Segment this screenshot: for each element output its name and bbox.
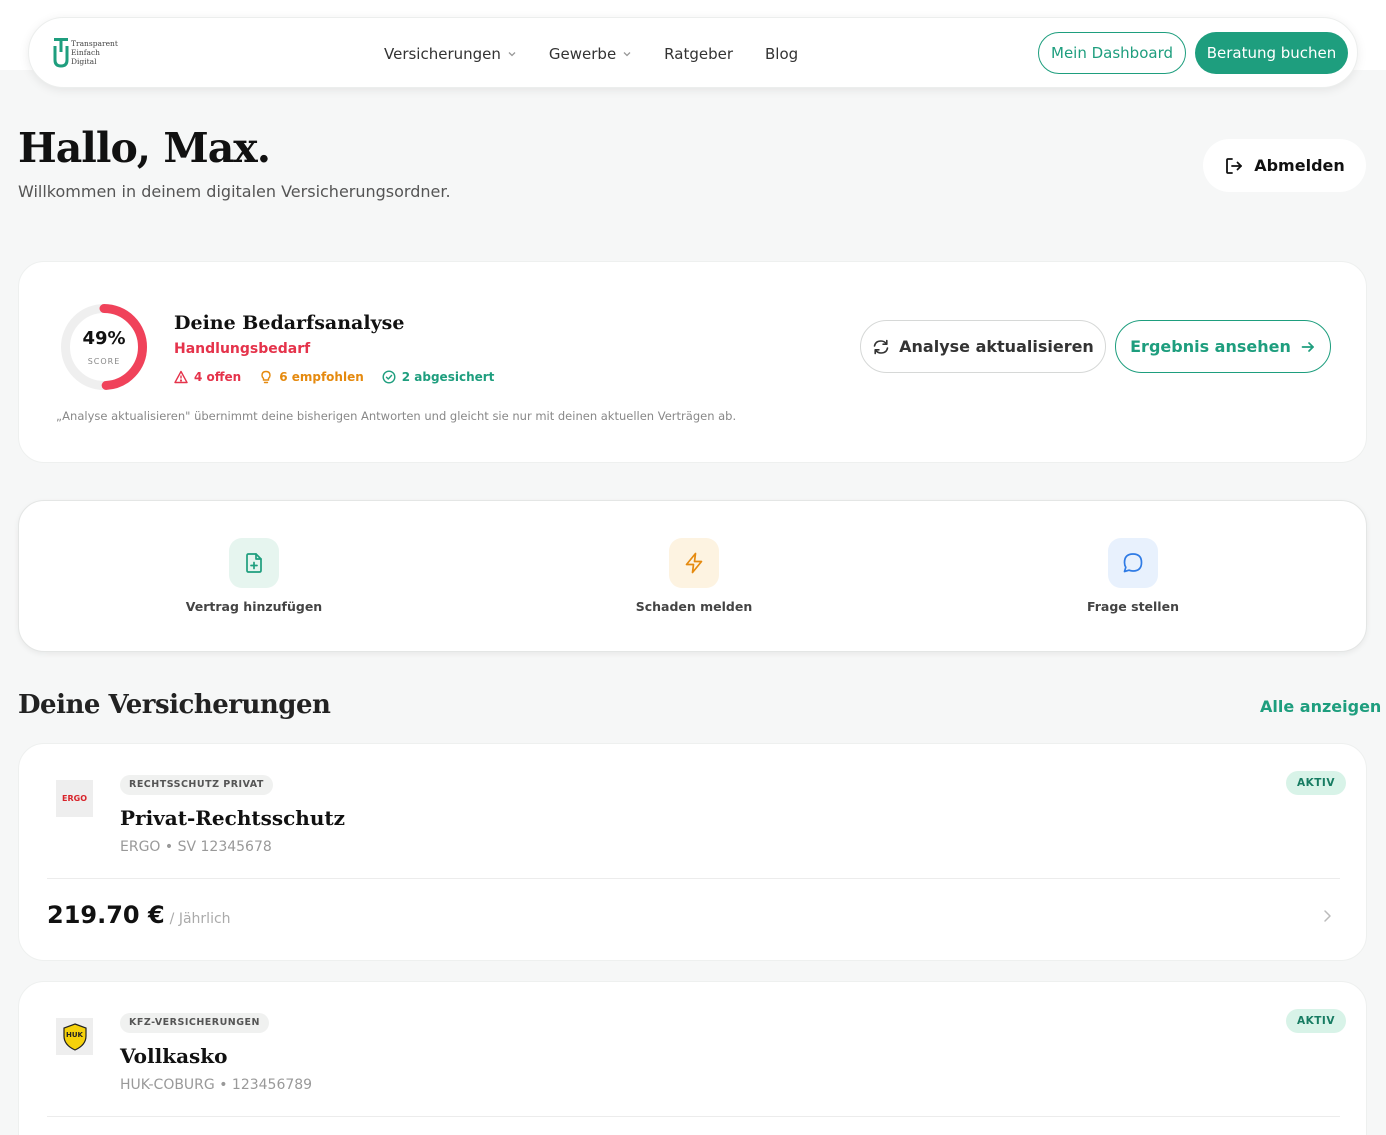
insurance-meta: ERGO • SV 12345678 — [120, 839, 272, 855]
logout-button[interactable]: Abmelden — [1203, 139, 1366, 192]
logout-icon — [1226, 157, 1243, 174]
nav-link-label: Versicherungen — [384, 44, 501, 63]
view-result-label: Ergebnis ansehen — [1130, 337, 1291, 356]
chevron-down-icon — [508, 51, 516, 56]
dashboard-button[interactable]: Mein Dashboard — [1038, 32, 1186, 74]
insurer-logo-text: HUK — [66, 1031, 83, 1039]
report-claim-label: Schaden melden — [635, 599, 753, 614]
top-navigation: Transparent Einfach Digital Versicherung… — [28, 17, 1358, 88]
status-badge: AKTIV — [1286, 1009, 1346, 1033]
analysis-stats: 4 offen 6 empfohlen 2 abgesichert — [174, 370, 512, 384]
lightbulb-icon — [261, 370, 271, 384]
price-period: / Jährlich — [169, 911, 231, 927]
analysis-title: Deine Bedarfsanalyse — [174, 312, 405, 334]
nav-link-gewerbe[interactable]: Gewerbe — [549, 45, 632, 63]
brand-logo[interactable]: Transparent Einfach Digital — [53, 36, 118, 68]
insurance-name: Privat-Rechtsschutz — [120, 806, 345, 830]
insurance-card[interactable]: ERGO RECHTSSCHUTZ PRIVAT Privat-Rechtssc… — [18, 743, 1367, 961]
category-badge: KFZ-VERSICHERUNGEN — [120, 1013, 269, 1033]
page-subtitle: Willkommen in deinem digitalen Versicher… — [18, 182, 451, 201]
nav-link-label: Gewerbe — [548, 44, 617, 63]
logo-line: Digital — [71, 56, 97, 66]
book-consultation-button[interactable]: Beratung buchen — [1195, 32, 1348, 74]
insurance-price: 219.70 € / Jährlich — [47, 901, 231, 929]
see-all-link[interactable]: Alle anzeigen — [1260, 697, 1381, 716]
ask-question-action[interactable]: Frage stellen — [1033, 538, 1233, 614]
insurer-logo-huk: HUK — [56, 1018, 93, 1055]
logo-line: Einfach — [71, 47, 100, 57]
view-result-button[interactable]: Ergebnis ansehen — [1115, 320, 1331, 373]
arrow-right-icon — [1301, 341, 1314, 352]
chevron-down-icon — [623, 51, 631, 56]
status-badge: AKTIV — [1286, 771, 1346, 795]
add-contract-action[interactable]: Vertrag hinzufügen — [154, 538, 354, 614]
report-claim-action[interactable]: Schaden melden — [594, 538, 794, 614]
refresh-analysis-button[interactable]: Analyse aktualisieren — [860, 320, 1106, 373]
stat-open-label: 4 offen — [194, 370, 242, 384]
nav-link-blog[interactable]: Blog — [765, 45, 798, 63]
chat-bubble-icon — [1108, 538, 1158, 588]
insurance-card[interactable]: HUK KFZ-VERSICHERUNGEN Vollkasko HUK-COB… — [18, 981, 1367, 1135]
score-value: 49% — [82, 328, 126, 349]
insurances-section-title: Deine Versicherungen — [18, 690, 331, 720]
warning-triangle-icon — [174, 370, 188, 384]
chevron-right-icon — [1324, 910, 1331, 922]
logout-label: Abmelden — [1254, 156, 1345, 175]
add-contract-label: Vertrag hinzufügen — [185, 599, 323, 614]
stat-secured-label: 2 abgesichert — [401, 370, 495, 384]
category-badge: RECHTSSCHUTZ PRIVAT — [120, 775, 273, 795]
brand-logo-icon — [53, 38, 69, 68]
nav-link-label: Ratgeber — [664, 44, 734, 63]
nav-links: Versicherungen Gewerbe Ratgeber Blog — [384, 18, 830, 89]
file-plus-icon — [229, 538, 279, 588]
check-circle-icon — [382, 370, 396, 384]
stat-open: 4 offen — [174, 370, 241, 384]
needs-analysis-card: 49% SCORE Deine Bedarfsanalyse Handlungs… — [18, 261, 1367, 463]
nav-link-ratgeber[interactable]: Ratgeber — [664, 45, 733, 63]
refresh-icon — [873, 339, 889, 354]
analysis-note: „Analyse aktualisieren" übernimmt deine … — [56, 409, 737, 423]
refresh-analysis-label: Analyse aktualisieren — [899, 337, 1094, 356]
brand-logo-text: Transparent Einfach Digital — [71, 39, 118, 66]
score-label: SCORE — [87, 357, 121, 366]
insurance-name: Vollkasko — [120, 1044, 228, 1068]
insurance-meta: HUK-COBURG • 123456789 — [120, 1077, 313, 1093]
stat-secured: 2 abgesichert — [382, 370, 495, 384]
quick-actions-card: Vertrag hinzufügen Schaden melden Frage … — [18, 500, 1367, 652]
lightning-icon — [669, 538, 719, 588]
card-divider — [47, 878, 1340, 879]
ask-question-label: Frage stellen — [1087, 599, 1179, 614]
insurer-logo-ergo: ERGO — [56, 780, 93, 817]
stat-recommended-label: 6 empfohlen — [279, 370, 364, 384]
card-divider — [47, 1116, 1340, 1117]
insurer-logo-text: ERGO — [62, 794, 87, 803]
stat-recommended: 6 empfohlen — [259, 370, 364, 384]
page-title: Hallo, Max. — [18, 124, 271, 172]
nav-link-versicherungen[interactable]: Versicherungen — [384, 45, 517, 63]
price-value: 219.70 € — [47, 901, 165, 929]
logo-line: Transparent — [71, 38, 118, 48]
nav-link-label: Blog — [765, 44, 799, 63]
analysis-status: Handlungsbedarf — [174, 341, 311, 357]
